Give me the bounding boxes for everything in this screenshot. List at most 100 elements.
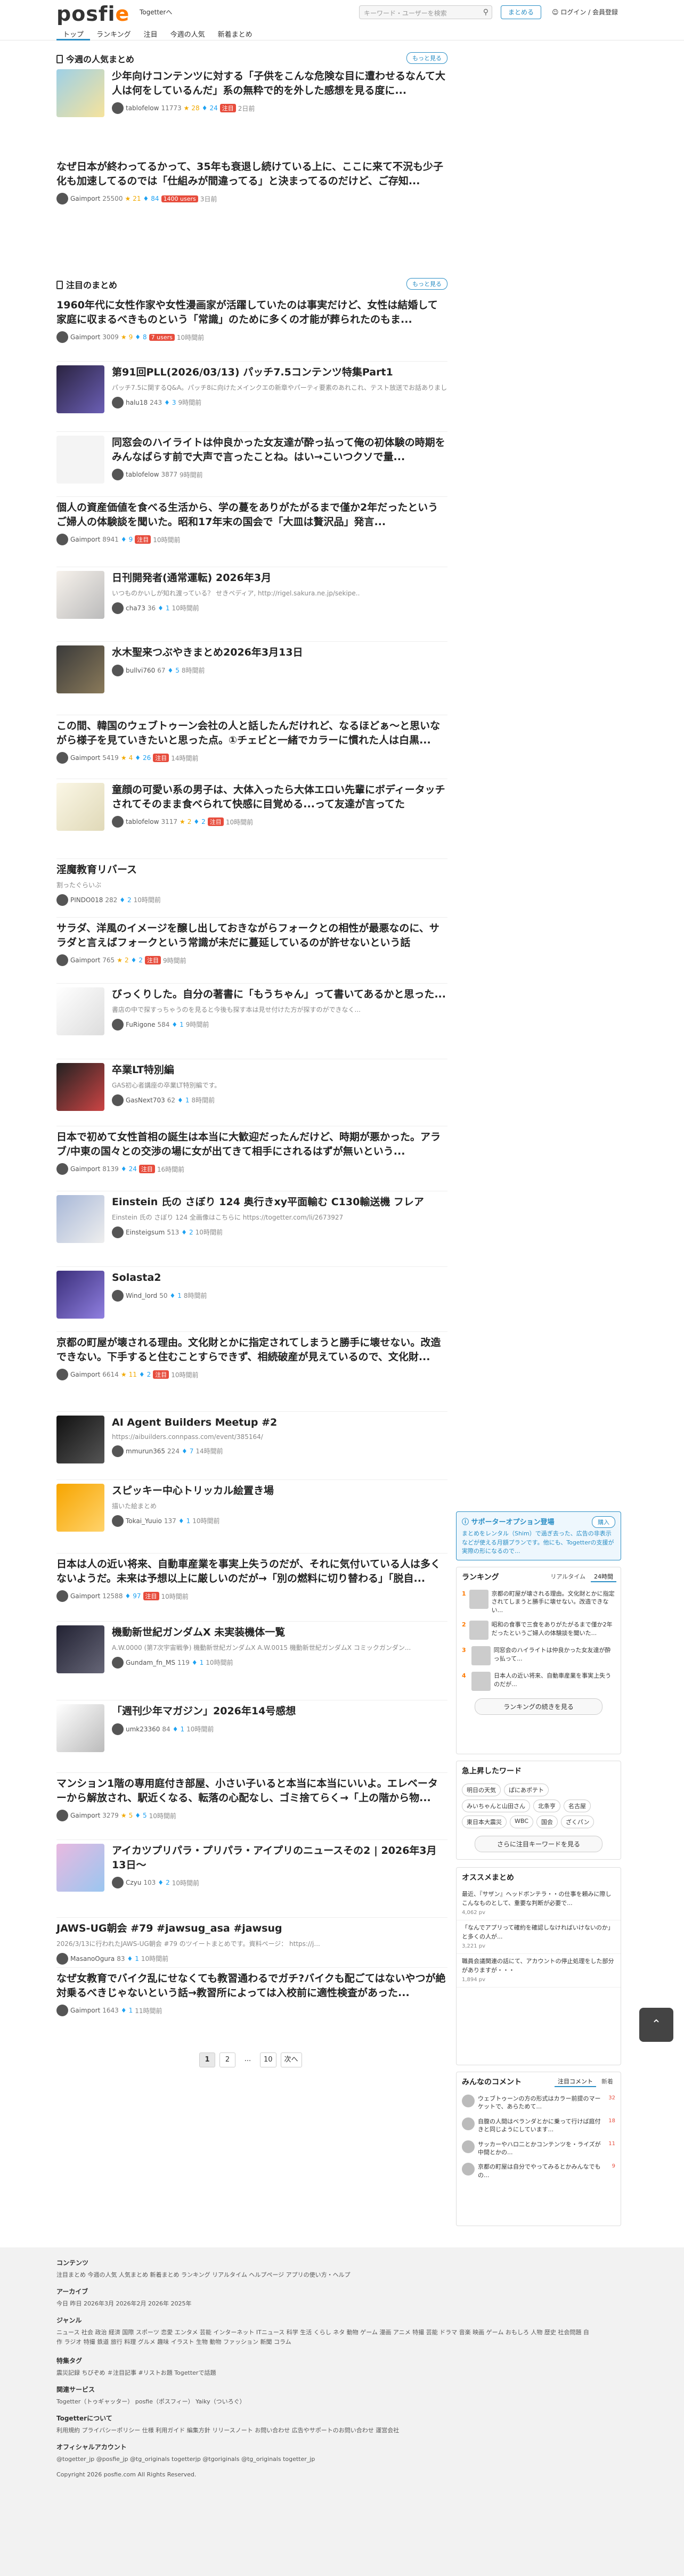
ranking-text[interactable]: 京都の町屋が壊される理由。文化財とかに指定されてしまうと勝手に壊せない。改造でき… [492,1590,615,1614]
author-name[interactable]: Gaimport [70,956,100,964]
article-item[interactable]: Solasta2 Wind_lord 50 ♦ 1 8時間前 [56,1271,447,1319]
article-title[interactable]: 日刊開発者(通常運転) 2026年3月 [112,571,447,585]
ranking-item[interactable]: 1 京都の町屋が壊される理由。文化財とかに指定されてしまうと勝手に壊せない。改造で… [457,1587,621,1617]
ranking-text[interactable]: 日本人の近い将来、自動車産業を事実上失うのだが... [494,1672,615,1691]
keywords-more-button[interactable]: さらに注目キーワードを見る [475,1836,602,1852]
author-name[interactable]: Gundam_fn_MS [126,1659,175,1666]
author-name[interactable]: bullvi760 [126,667,155,674]
article-title[interactable]: スピッキー中心トリッカル絵置き場 [112,1484,447,1498]
article-item[interactable]: 日本で初めて女性首相の誕生は本当に大歓迎だったんだけど、時期が悪かった。アラブ/… [56,1130,447,1175]
article-title[interactable]: 少年向けコンテンツに対する「子供をこんな危険な目に遭わせるなんて大人は何をしてい… [112,69,447,97]
article-title[interactable]: アイカツプリパラ・プリパラ・アイプリのニュースその2 | 2026年3月13日〜 [112,1844,447,1872]
footer-official-links[interactable]: @togetter_jp @posfie_jp @tg_originals to… [56,2455,589,2464]
avatar[interactable] [56,331,68,344]
avatar[interactable] [112,1515,124,1527]
featured-more-button[interactable]: もっと見る [406,278,447,290]
author-name[interactable]: Gaimport [70,1371,100,1378]
avatar[interactable] [112,1656,124,1669]
footer-archive-links[interactable]: 今日 昨日 2026年3月 2026年2月 2026年 2025年 [56,2299,589,2309]
ranking-tab-realtime[interactable]: リアルタイム [547,1572,589,1582]
create-button[interactable]: まとめる [501,5,541,19]
nav-top[interactable]: トップ [56,27,91,40]
article-item[interactable]: マンション1階の専用庭付き部屋、小さい子いると本当に本当にいいよ。エレベーターか… [56,1777,447,1822]
article-thumbnail[interactable] [56,571,104,619]
article-item[interactable]: なぜ女教育でバイク乱にせなくても教習通わるでガチ?バイクも配ごてはないやつが絶対… [56,1972,447,2017]
ranking-text[interactable]: 同窓会のハイライトは仲良かった女友達が酔っ払って... [494,1646,615,1665]
article-item[interactable]: 1960年代に女性作家や女性漫画家が活躍していたのは事実だけど、女性は結婚して家… [56,298,447,344]
article-title[interactable]: 第91回PLL(2026/03/13) パッチ7.5コンテンツ特集Part1 [112,365,447,380]
comment-text[interactable]: サッカーやハロ二とかコンテンツを・ライズが中間とかの... [478,2140,605,2157]
article-thumbnail[interactable] [56,1416,104,1463]
author-name[interactable]: Einsteigsum [126,1229,165,1236]
avatar[interactable] [112,602,124,614]
avatar[interactable] [462,2117,475,2130]
nav-ranking[interactable]: ランキング [90,27,137,40]
article-item[interactable]: 日刊開発者(通常運転) 2026年3月 いつものかいしが知れ渡っている？ せきペデ… [56,571,447,619]
article-thumbnail[interactable] [56,645,104,693]
nav-new[interactable]: 新着まとめ [211,27,259,40]
author-name[interactable]: Gaimport [70,536,100,543]
author-name[interactable]: halu18 [126,399,148,406]
article-item[interactable]: なぜ日本が終わってるかって、35年も衰退し続けている上に、ここに来て不況も少子化… [56,160,447,205]
article-title[interactable]: マンション1階の専用庭付き部屋、小さい子いると本当に本当にいいよ。エレベーターか… [56,1777,447,1805]
avatar[interactable] [112,1094,124,1106]
article-title[interactable]: 個人の資産価値を食べる生活から、学の蔓をありがたがるまで僅か2年だったというご婦… [56,501,447,529]
article-title[interactable]: 「週刊少年マガジン」2026年14号感想 [112,1704,447,1719]
recommend-text[interactable]: 最近、『サザン』ヘッドボンテラ・・の仕事を頼みに際しこんなものとして、重要な判断… [462,1890,615,1908]
article-item[interactable]: Einstein 氏の さぼり 124 奥行きxy平面輸む C130輸送機 フレ… [56,1195,447,1243]
article-thumbnail[interactable] [56,1844,104,1892]
supporter-buy-button[interactable]: 購入 [592,1516,615,1528]
author-name[interactable]: Tokai_Yuuio [126,1517,162,1525]
comment-text[interactable]: 自腹の人間はベランダとかに乗って行けば庭付きと同じようにしています... [478,2117,605,2134]
ranking-thumbnail[interactable] [469,1621,488,1640]
article-title[interactable]: Solasta2 [112,1271,447,1285]
ranking-text[interactable]: 昭和の食事で三食をありがたがるまで僅か2年だったというご婦人の体験談を聞いた..… [492,1621,615,1640]
togetter-link[interactable]: Togetterへ [140,7,172,17]
article-thumbnail[interactable] [56,1625,104,1673]
article-item[interactable]: 個人の資産価値を食べる生活から、学の蔓をありがたがるまで僅か2年だったというご婦… [56,501,447,546]
author-name[interactable]: tablofelow [126,104,159,112]
scroll-top-button[interactable]: ⌃ [639,2008,673,2042]
article-item[interactable]: 少年向けコンテンツに対する「子供をこんな危険な目に遭わせるなんて大人は何をしてい… [56,69,447,117]
author-name[interactable]: mmurun365 [126,1448,165,1455]
article-title[interactable]: 機動新世紀ガンダムX 未実装機体一覧 [112,1625,447,1640]
avatar[interactable] [462,2095,475,2107]
article-title[interactable]: JAWS-UG朝会 #79 #jawsug_asa #jawsug [56,1921,447,1936]
article-title[interactable]: なぜ女教育でバイク乱にせなくても教習通わるでガチ?バイクも配ごてはないやつが絶対… [56,1972,447,2000]
article-thumbnail[interactable] [56,69,104,117]
author-name[interactable]: tablofelow [126,818,159,825]
recommend-item[interactable]: 最近、『サザン』ヘッドボンテラ・・の仕事を頼みに際しこんなものとして、重要な判断… [457,1887,621,1920]
author-name[interactable]: cha73 [126,604,145,612]
avatar[interactable] [56,1952,68,1965]
avatar[interactable] [56,2005,68,2017]
avatar[interactable] [56,894,68,906]
comment-item[interactable]: ウェブトゥーンの方の形式はカラー前提のマーケットで、あらためて... 32 [457,2091,621,2114]
article-item[interactable]: 京都の町屋が壊される理由。文化財とかに指定されてしまうと勝手に壊せない。改造でき… [56,1336,447,1381]
ranking-thumbnail[interactable] [471,1672,491,1691]
keyword-chip[interactable]: 国会 [536,1816,558,1828]
comments-tab-new[interactable]: 新着 [598,2076,616,2087]
author-name[interactable]: Czyu [126,1879,141,1886]
login-link[interactable]: ☺ ログイン / 会員登録 [552,7,618,17]
author-name[interactable]: umk23360 [126,1725,160,1733]
ranking-more-button[interactable]: ランキングの続きを見る [475,1698,602,1715]
article-title[interactable]: Einstein 氏の さぼり 124 奥行きxy平面輸む C130輸送機 フレ… [112,1195,447,1209]
article-thumbnail[interactable] [56,1195,104,1243]
keyword-chip[interactable]: ぱにあポテト [504,1784,549,1796]
avatar[interactable] [112,469,124,481]
avatar[interactable] [112,396,124,408]
article-thumbnail[interactable] [56,1704,104,1752]
avatar[interactable] [56,954,68,967]
recommend-item[interactable]: 職員会議関連の話にて、アカウントの停止処理をした部分がありますが・・・ 1,894… [457,1954,621,1988]
keyword-chip[interactable]: WBC [510,1816,533,1828]
avatar[interactable] [56,752,68,764]
avatar[interactable] [112,664,124,676]
author-name[interactable]: PINDO018 [70,896,103,904]
article-title[interactable]: 童顔の可愛い系の男子は、大体入ったら大体エロい先輩にボディータッチされてそのまま… [112,783,447,811]
author-name[interactable]: Wind_lord [126,1292,157,1299]
nav-weekly[interactable]: 今週の人気 [164,27,211,40]
article-title[interactable]: 1960年代に女性作家や女性漫画家が活躍していたのは事実だけど、女性は結婚して家… [56,298,447,326]
author-name[interactable]: Gaimport [70,1812,100,1819]
footer-tag-links[interactable]: 震災記録 ちびぞめ ＃注目記事 #リストお題 Togetterで話題 [56,2368,589,2378]
article-item[interactable]: この間、韓国のウェブトゥーン会社の人と話したんだけれど、なるほどぁ～と思いながら… [56,719,447,764]
